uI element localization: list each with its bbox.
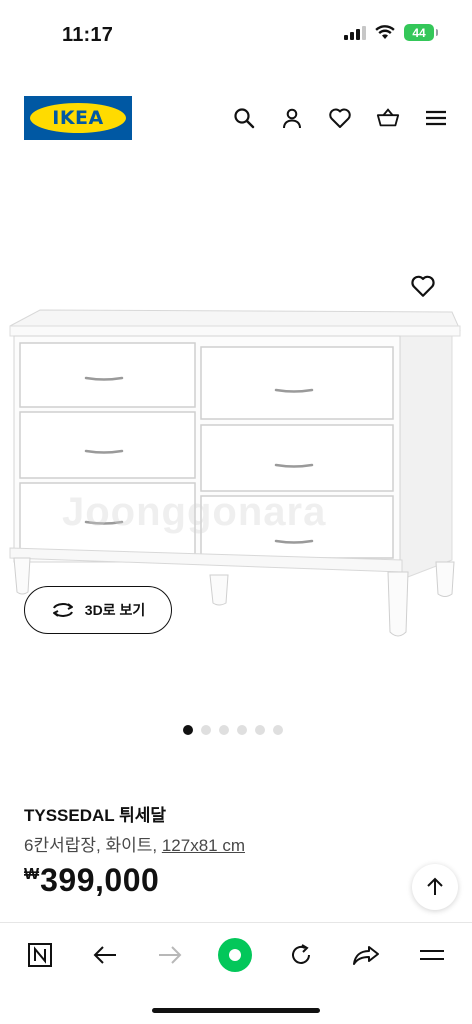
account-icon[interactable]	[280, 106, 304, 130]
wifi-icon	[375, 25, 395, 39]
price-currency: ₩	[24, 866, 40, 883]
status-time: 11:17	[62, 24, 114, 46]
logo-oval: IKEA	[30, 103, 126, 133]
green-dot-icon[interactable]	[217, 937, 253, 973]
product-description: 6칸서랍장, 화이트, 127x81 cm	[24, 831, 245, 856]
cellular-signal-icon	[344, 25, 366, 40]
watermark: Joonggonara	[62, 490, 327, 534]
pagination-dot[interactable]	[201, 725, 211, 735]
battery-indicator: 44	[404, 24, 438, 41]
product-dimensions-link[interactable]: 127x81 cm	[162, 836, 245, 855]
rotate-3d-icon	[52, 603, 73, 617]
pagination-dot[interactable]	[183, 725, 193, 735]
price-value: 399,000	[40, 862, 160, 898]
scroll-to-top-button[interactable]	[412, 864, 458, 910]
logo-text: IKEA	[52, 107, 104, 129]
cart-basket-icon[interactable]	[376, 106, 400, 130]
status-bar: 11:17 44	[0, 0, 472, 66]
ikea-logo[interactable]: IKEA	[24, 96, 132, 140]
pagination-dot[interactable]	[237, 725, 247, 735]
product-price: ₩ 399,000	[24, 862, 159, 899]
battery-level: 44	[412, 25, 426, 40]
favorite-heart-icon[interactable]	[410, 274, 436, 300]
product-name: TYSSEDAL 튀세달	[24, 806, 167, 825]
naver-icon[interactable]	[22, 937, 58, 973]
pagination-dot[interactable]	[219, 725, 229, 735]
status-icons: 44	[344, 24, 438, 41]
view-3d-button[interactable]: 3D로 보기	[24, 586, 172, 634]
pagination-dot[interactable]	[255, 725, 265, 735]
browser-toolbar	[0, 922, 472, 988]
header-icons	[232, 106, 448, 130]
back-arrow-icon[interactable]	[87, 937, 123, 973]
reload-icon[interactable]	[283, 937, 319, 973]
menu-icon[interactable]	[424, 106, 448, 130]
view-3d-label: 3D로 보기	[84, 602, 146, 618]
wishlist-heart-icon[interactable]	[328, 106, 352, 130]
site-header: IKEA	[0, 96, 472, 142]
arrow-up-icon	[427, 877, 443, 895]
pagination-dot[interactable]	[273, 725, 283, 735]
menu-lines-icon[interactable]	[414, 937, 450, 973]
home-indicator	[152, 1008, 320, 1013]
share-icon[interactable]	[348, 937, 384, 973]
image-pagination	[183, 725, 283, 735]
search-icon[interactable]	[232, 106, 256, 130]
product-description-text: 6칸서랍장, 화이트,	[24, 836, 162, 855]
forward-arrow-icon[interactable]	[152, 937, 188, 973]
